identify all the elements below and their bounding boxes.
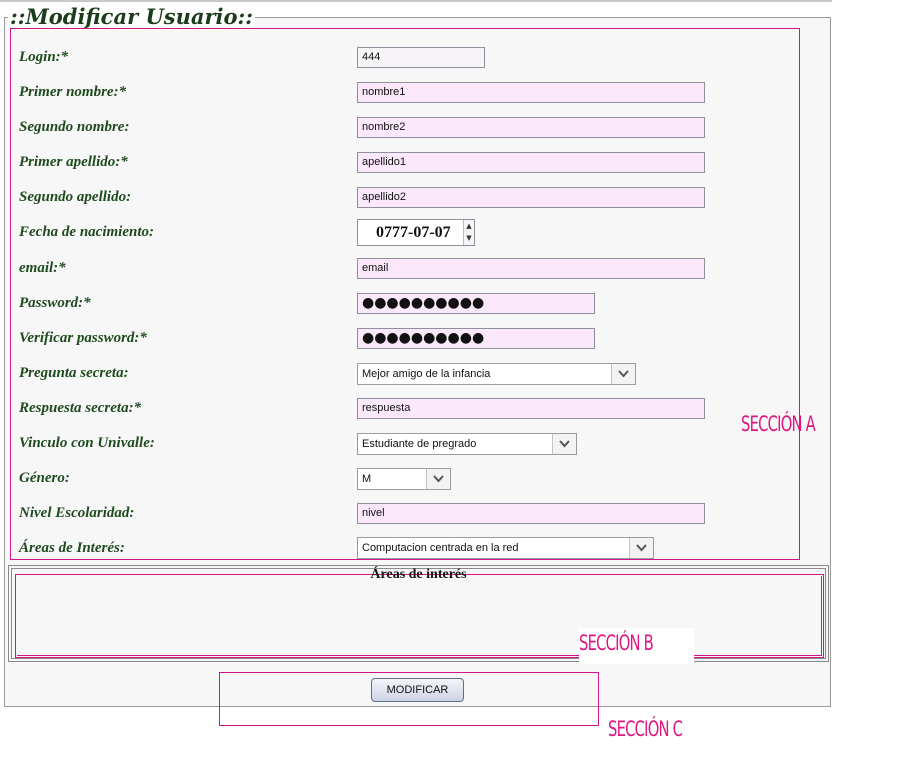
spin-down-icon[interactable]: ▼	[464, 232, 474, 244]
segundo-apellido-label: Segundo apellido:	[19, 189, 132, 205]
genero-select[interactable]: M	[357, 468, 451, 490]
email-label: email:*	[19, 260, 66, 276]
top-rule	[0, 0, 832, 2]
password-label: Password:*	[19, 295, 91, 311]
section-b-outline-inner	[17, 576, 822, 656]
areas-interes-select[interactable]: Computacion centrada en la red	[357, 537, 654, 559]
modificar-button[interactable]: MODIFICAR	[371, 678, 464, 702]
pregunta-secreta-label: Pregunta secreta:	[19, 365, 129, 381]
chevron-down-icon[interactable]	[426, 469, 450, 489]
pregunta-secreta-select[interactable]: Mejor amigo de la infancia	[357, 363, 636, 385]
email-input[interactable]: email	[357, 258, 705, 279]
nivel-escolaridad-label: Nivel Escolaridad:	[19, 505, 135, 521]
section-a-label: SECCIÓN A	[741, 412, 816, 436]
genero-value: M	[362, 473, 372, 485]
areas-interes-value: Computacion centrada en la red	[362, 542, 519, 554]
fecha-nacimiento-input[interactable]: 0777-07-07 ▲ ▼	[357, 219, 475, 246]
fecha-nacimiento-value: 0777-07-07	[376, 224, 451, 241]
chevron-down-icon[interactable]	[552, 434, 576, 454]
section-c-label: SECCIÓN C	[608, 717, 683, 741]
primer-apellido-input[interactable]: apellido1	[357, 152, 705, 173]
areas-interes-label: Áreas de Interés:	[19, 540, 125, 556]
form-legend: ::Modificar Usuario::	[8, 4, 256, 30]
segundo-nombre-input[interactable]: nombre2	[357, 117, 705, 138]
vinculo-label: Vinculo con Univalle:	[19, 435, 155, 451]
areas-box-title: Áreas de interés	[370, 567, 467, 582]
respuesta-secreta-input[interactable]: respuesta	[357, 398, 705, 419]
segundo-apellido-input[interactable]: apellido2	[357, 187, 705, 208]
verificar-password-label: Verificar password:*	[19, 330, 147, 346]
chevron-down-icon[interactable]	[611, 364, 635, 384]
login-input[interactable]: 444	[357, 47, 485, 68]
pregunta-secreta-value: Mejor amigo de la infancia	[362, 368, 491, 380]
login-label: Login:*	[19, 49, 69, 65]
fecha-nacimiento-label: Fecha de nacimiento:	[19, 224, 154, 240]
vinculo-select[interactable]: Estudiante de pregrado	[357, 433, 577, 455]
respuesta-secreta-label: Respuesta secreta:*	[19, 400, 142, 416]
password-input[interactable]: ●●●●●●●●●●	[357, 293, 595, 314]
spin-up-icon[interactable]: ▲	[464, 220, 474, 232]
verificar-password-input[interactable]: ●●●●●●●●●●	[357, 328, 595, 349]
primer-apellido-label: Primer apellido:*	[19, 154, 128, 170]
vinculo-value: Estudiante de pregrado	[362, 438, 477, 450]
segundo-nombre-label: Segundo nombre:	[19, 119, 130, 135]
primer-nombre-label: Primer nombre:*	[19, 84, 127, 100]
chevron-down-icon[interactable]	[629, 538, 653, 558]
date-spinner[interactable]: ▲ ▼	[463, 220, 474, 245]
primer-nombre-input[interactable]: nombre1	[357, 82, 705, 103]
genero-label: Género:	[19, 470, 70, 486]
nivel-escolaridad-input[interactable]: nivel	[357, 503, 705, 524]
section-b-label: SECCIÓN B	[579, 631, 654, 655]
